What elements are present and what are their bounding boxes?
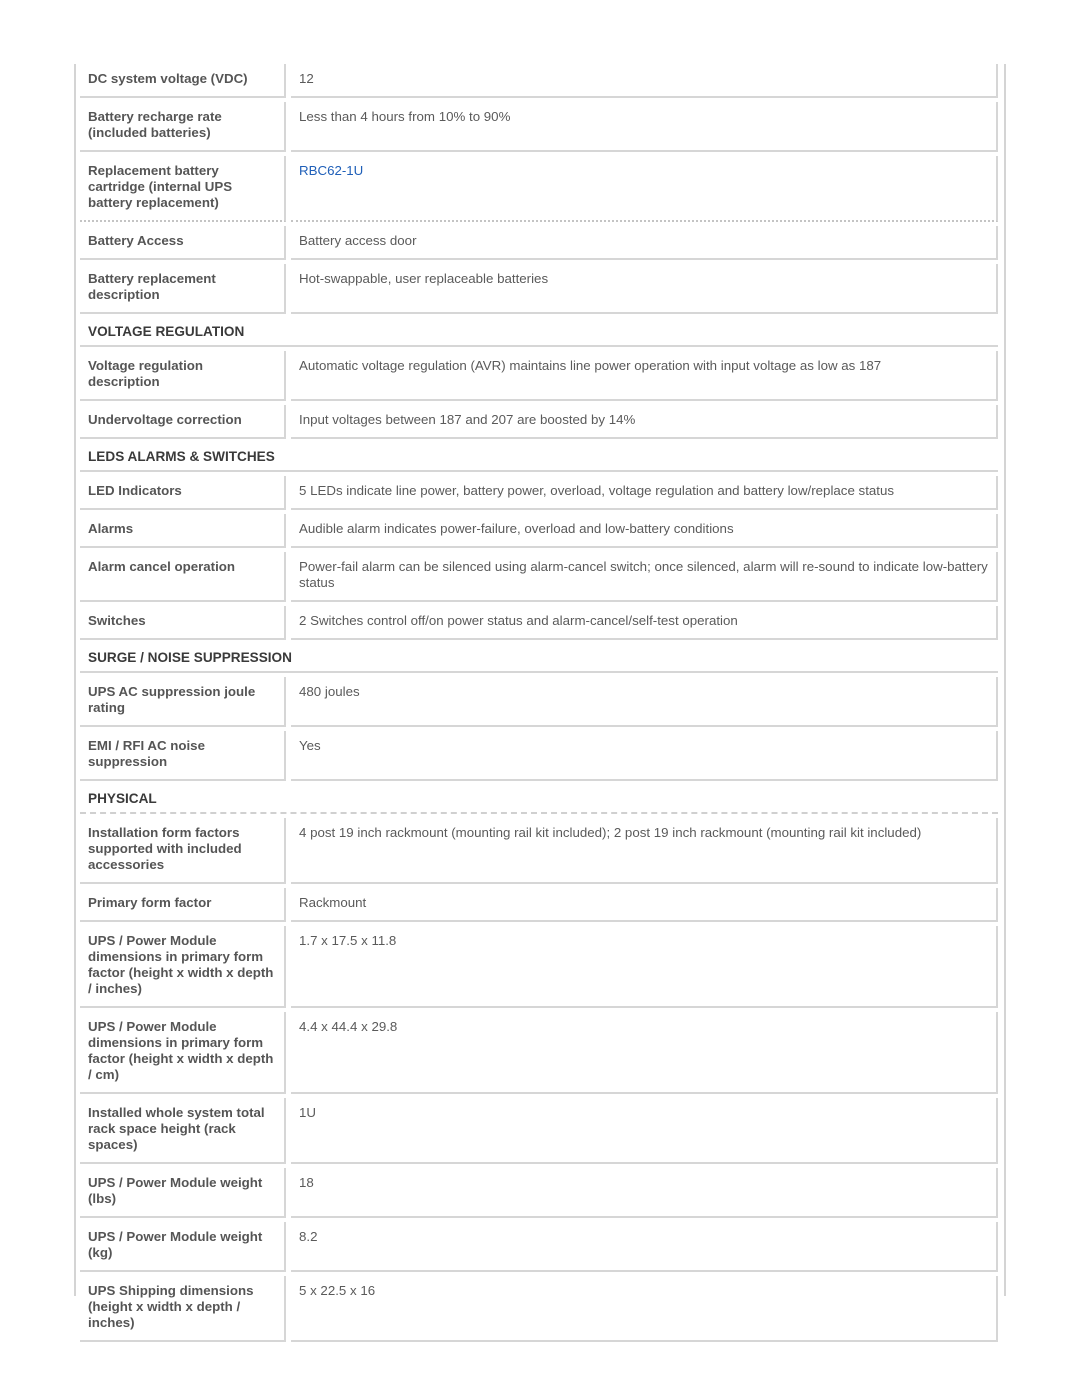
spec-value: 8.2	[291, 1222, 998, 1272]
spec-row-replacement-battery-cartridge-internal-u: Replacement battery cartridge (internal …	[80, 156, 998, 222]
spec-value: 12	[291, 64, 998, 98]
spec-row-battery-access: Battery Access Battery access door	[80, 226, 998, 260]
spec-value: 2 Switches control off/on power status a…	[291, 606, 998, 640]
replacement-battery-link[interactable]: RBC62-1U	[299, 163, 363, 178]
spec-row-led-indicators: LED Indicators 5 LEDs indicate line power…	[80, 476, 998, 510]
spec-value: Yes	[291, 731, 998, 781]
spec-label: Replacement battery cartridge (internal …	[80, 156, 286, 222]
spec-row-alarm-cancel-operation: Alarm cancel operation Power-fail alarm c…	[80, 552, 998, 602]
spec-row-emi-rfi-ac-noise-suppression: EMI / RFI AC noise suppression Yes	[80, 731, 998, 781]
spec-row-switches: Switches 2 Switches control off/on power …	[80, 606, 998, 640]
spec-row-battery-recharge-rate-included-batteries: Battery recharge rate (included batterie…	[80, 102, 998, 152]
spec-label: Battery Access	[80, 226, 286, 260]
spec-value: 5 x 22.5 x 16	[291, 1276, 998, 1342]
spec-label: Undervoltage correction	[80, 405, 286, 439]
spec-label: Primary form factor	[80, 888, 286, 922]
spec-value: 480 joules	[291, 677, 998, 727]
section-header-voltage-regulation: VOLTAGE REGULATION	[80, 318, 998, 347]
spec-value: Less than 4 hours from 10% to 90%	[291, 102, 998, 152]
section-header-surge-noise-suppression: SURGE / NOISE SUPPRESSION	[80, 644, 998, 673]
spec-value: 4 post 19 inch rackmount (mounting rail …	[291, 818, 998, 884]
spec-value: 18	[291, 1168, 998, 1218]
spec-row-dc-system-voltage-vdc: DC system voltage (VDC) 12	[80, 64, 998, 98]
spec-label: Alarms	[80, 514, 286, 548]
spec-value: 4.4 x 44.4 x 29.8	[291, 1012, 998, 1094]
spec-label: Voltage regulation description	[80, 351, 286, 401]
spec-row-installation-form-factors-supported-with: Installation form factors supported with…	[80, 818, 998, 884]
spec-row-ups-power-module-dimensions-in-primary-f: UPS / Power Module dimensions in primary…	[80, 926, 998, 1008]
spec-value: Input voltages between 187 and 207 are b…	[291, 405, 998, 439]
spec-row-alarms: Alarms Audible alarm indicates power-fail…	[80, 514, 998, 548]
spec-label: Installed whole system total rack space …	[80, 1098, 286, 1164]
spec-label: LED Indicators	[80, 476, 286, 510]
spec-value: 5 LEDs indicate line power, battery powe…	[291, 476, 998, 510]
spec-label: Alarm cancel operation	[80, 552, 286, 602]
spec-label: UPS / Power Module dimensions in primary…	[80, 1012, 286, 1094]
spec-value: Rackmount	[291, 888, 998, 922]
spec-row-voltage-regulation-description: Voltage regulation description Automatic …	[80, 351, 998, 401]
spec-value: 1U	[291, 1098, 998, 1164]
spec-label: Battery replacement description	[80, 264, 286, 314]
spec-label: UPS / Power Module weight (kg)	[80, 1222, 286, 1272]
spec-row-ups-power-module-weight-lbs: UPS / Power Module weight (lbs) 18	[80, 1168, 998, 1218]
spec-row-undervoltage-correction: Undervoltage correction Input voltages be…	[80, 405, 998, 439]
spec-row-ups-power-module-weight-kg: UPS / Power Module weight (kg) 8.2	[80, 1222, 998, 1272]
spec-label: Installation form factors supported with…	[80, 818, 286, 884]
spec-value: RBC62-1U	[291, 156, 998, 222]
spec-label: UPS Shipping dimensions (height x width …	[80, 1276, 286, 1342]
spec-row-primary-form-factor: Primary form factor Rackmount	[80, 888, 998, 922]
spec-row-ups-ac-suppression-joule-rating: UPS AC suppression joule rating 480 joule…	[80, 677, 998, 727]
section-header-physical: PHYSICAL	[80, 785, 998, 814]
spec-value: Hot-swappable, user replaceable batterie…	[291, 264, 998, 314]
spec-label: UPS AC suppression joule rating	[80, 677, 286, 727]
spec-value: Audible alarm indicates power-failure, o…	[291, 514, 998, 548]
spec-label: DC system voltage (VDC)	[80, 64, 286, 98]
spec-value: 1.7 x 17.5 x 11.8	[291, 926, 998, 1008]
spec-label: UPS / Power Module dimensions in primary…	[80, 926, 286, 1008]
spec-row-installed-whole-system-total-rack-space-: Installed whole system total rack space …	[80, 1098, 998, 1164]
spec-value: Power-fail alarm can be silenced using a…	[291, 552, 998, 602]
spec-label: Switches	[80, 606, 286, 640]
spec-value: Automatic voltage regulation (AVR) maint…	[291, 351, 998, 401]
spec-row-ups-power-module-dimensions-in-primary-f: UPS / Power Module dimensions in primary…	[80, 1012, 998, 1094]
spec-label: Battery recharge rate (included batterie…	[80, 102, 286, 152]
spec-value: Battery access door	[291, 226, 998, 260]
spec-label: EMI / RFI AC noise suppression	[80, 731, 286, 781]
spec-table: DC system voltage (VDC) 12 Battery recharg…	[80, 64, 998, 1346]
spec-row-ups-shipping-dimensions-height-x-width-x: UPS Shipping dimensions (height x width …	[80, 1276, 998, 1342]
spec-row-battery-replacement-description: Battery replacement description Hot-swapp…	[80, 264, 998, 314]
section-header-leds-alarms-switches: LEDS ALARMS & SWITCHES	[80, 443, 998, 472]
spec-label: UPS / Power Module weight (lbs)	[80, 1168, 286, 1218]
